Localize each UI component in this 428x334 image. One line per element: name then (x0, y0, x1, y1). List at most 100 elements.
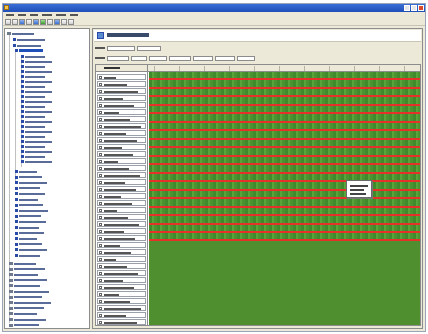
tree-item[interactable] (15, 175, 42, 180)
row-checkbox[interactable] (99, 314, 102, 317)
row-label[interactable] (97, 186, 146, 192)
row-label[interactable] (97, 298, 146, 304)
run-icon[interactable] (40, 19, 46, 25)
row-checkbox[interactable] (99, 251, 102, 254)
row-label[interactable] (97, 144, 146, 150)
column-header[interactable] (254, 66, 255, 71)
row-checkbox[interactable] (99, 76, 102, 79)
row-label[interactable] (97, 123, 146, 129)
row-checkbox[interactable] (99, 139, 102, 142)
row-checkbox[interactable] (99, 307, 102, 310)
tree-item[interactable] (15, 186, 40, 191)
data-grid[interactable] (95, 64, 421, 326)
row-checkbox[interactable] (99, 174, 102, 177)
tree-item[interactable] (15, 169, 37, 174)
tree-item[interactable] (9, 283, 40, 288)
tree-item[interactable] (15, 247, 47, 252)
row-checkbox[interactable] (99, 181, 102, 184)
tree-item[interactable] (9, 295, 42, 300)
tree-item[interactable] (9, 261, 36, 266)
tree-item[interactable] (15, 219, 46, 224)
filter-field-2[interactable] (131, 55, 147, 61)
tree-item[interactable] (15, 231, 44, 236)
column-header[interactable] (154, 66, 155, 71)
close-icon[interactable] (418, 5, 424, 11)
row-label[interactable] (97, 319, 146, 325)
row-label[interactable] (97, 74, 146, 80)
options-dropdown[interactable] (107, 45, 135, 51)
options-field[interactable] (137, 45, 161, 51)
data-area[interactable] (149, 72, 420, 325)
row-label[interactable] (97, 305, 146, 311)
row-label[interactable] (97, 158, 146, 164)
stop-icon[interactable] (47, 19, 53, 25)
save-icon[interactable] (19, 19, 25, 25)
column-header[interactable] (179, 66, 180, 71)
row-label[interactable] (97, 109, 146, 115)
column-header[interactable] (279, 66, 280, 71)
row-label[interactable] (97, 137, 146, 143)
tree-item[interactable] (15, 208, 48, 213)
row-checkbox[interactable] (99, 195, 102, 198)
row-label[interactable] (97, 221, 146, 227)
row-label[interactable] (97, 242, 146, 248)
row-label[interactable] (97, 116, 146, 122)
row-label[interactable] (97, 312, 146, 318)
row-label[interactable] (97, 263, 146, 269)
tree-item[interactable] (13, 37, 45, 42)
row-checkbox[interactable] (99, 216, 102, 219)
row-label[interactable] (97, 102, 146, 108)
tree-item[interactable] (9, 289, 49, 294)
filter-field-7[interactable] (237, 55, 255, 61)
tree-item[interactable] (15, 48, 43, 53)
row-label[interactable] (97, 95, 146, 101)
row-label[interactable] (97, 130, 146, 136)
menu-item-help[interactable] (70, 14, 78, 16)
row-checkbox[interactable] (99, 293, 102, 296)
row-label[interactable] (97, 81, 146, 87)
row-checkbox[interactable] (99, 279, 102, 282)
tree-item[interactable] (15, 253, 40, 258)
tree-item[interactable] (9, 278, 47, 283)
row-label[interactable] (97, 214, 146, 220)
row-label[interactable] (97, 207, 146, 213)
tree-item[interactable] (9, 311, 37, 316)
row-checkbox[interactable] (99, 244, 102, 247)
row-checkbox[interactable] (99, 265, 102, 268)
row-checkbox[interactable] (99, 83, 102, 86)
row-checkbox[interactable] (99, 104, 102, 107)
tree-item[interactable] (15, 242, 42, 247)
row-checkbox[interactable] (99, 90, 102, 93)
tree-item[interactable] (15, 203, 43, 208)
filter-field-3[interactable] (149, 55, 167, 61)
column-header[interactable] (229, 66, 230, 71)
row-checkbox[interactable] (99, 300, 102, 303)
tree-item[interactable] (15, 197, 38, 202)
row-label[interactable] (97, 200, 146, 206)
column-header[interactable] (329, 66, 330, 71)
row-checkbox[interactable] (99, 111, 102, 114)
row-checkbox[interactable] (99, 223, 102, 226)
row-checkbox[interactable] (99, 167, 102, 170)
row-label[interactable] (97, 291, 146, 297)
row-label[interactable] (97, 249, 146, 255)
row-checkbox[interactable] (99, 202, 102, 205)
row-checkbox[interactable] (99, 258, 102, 261)
column-header[interactable] (304, 66, 305, 71)
row-checkbox[interactable] (99, 272, 102, 275)
navigation-tree[interactable] (4, 28, 90, 329)
column-header[interactable] (204, 66, 205, 71)
row-checkbox[interactable] (99, 118, 102, 121)
row-label[interactable] (97, 179, 146, 185)
help-icon[interactable] (68, 19, 74, 25)
refresh-icon[interactable] (33, 19, 39, 25)
tree-item[interactable] (9, 272, 38, 277)
tree-item[interactable] (15, 236, 37, 241)
filter-field-6[interactable] (215, 55, 235, 61)
menu-item-file[interactable] (6, 14, 14, 16)
row-label[interactable] (97, 151, 146, 157)
row-label[interactable] (97, 284, 146, 290)
column-header[interactable] (354, 66, 355, 71)
row-label[interactable] (97, 172, 146, 178)
row-label[interactable] (97, 235, 146, 241)
